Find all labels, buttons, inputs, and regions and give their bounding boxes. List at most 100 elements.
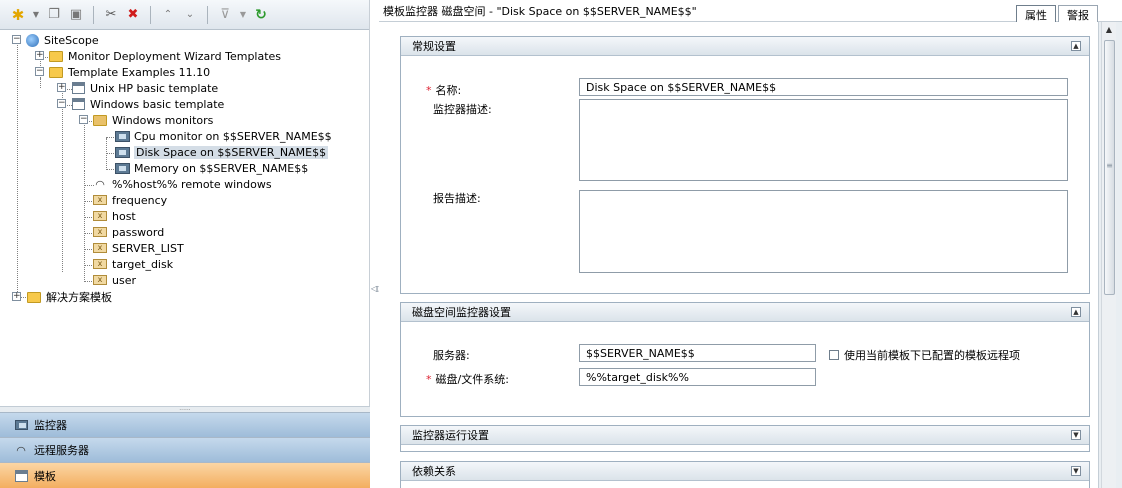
- tree-node-windows-monitors[interactable]: Windows monitors: [92, 112, 213, 128]
- tab-properties[interactable]: 属性: [1016, 5, 1056, 22]
- tree-node-var-host[interactable]: x host: [92, 208, 136, 224]
- tree-node-label: SERVER_LIST: [112, 241, 184, 255]
- delete-icon[interactable]: ✖: [125, 7, 141, 23]
- tree-node-memory-monitor[interactable]: Memory on $$SERVER_NAME$$: [114, 160, 308, 176]
- tree-node-label: Windows monitors: [112, 113, 214, 127]
- filter-dropdown-icon[interactable]: ▼: [239, 7, 247, 23]
- name-field[interactable]: Disk Space on $$SERVER_NAME$$: [579, 78, 1068, 96]
- tree-collapse-toggle[interactable]: −: [12, 35, 21, 44]
- tree-node-remote-windows[interactable]: ◠ %%host%% remote windows: [92, 176, 272, 192]
- collapse-icon[interactable]: ▲: [1071, 307, 1081, 317]
- tree-expand-toggle[interactable]: +: [35, 51, 44, 60]
- tree-expand-toggle[interactable]: +: [57, 83, 66, 92]
- tree-collapse-toggle[interactable]: −: [35, 67, 44, 76]
- tree-node-disk-space-monitor[interactable]: Disk Space on $$SERVER_NAME$$: [114, 144, 329, 160]
- name-label: * 名称:: [426, 84, 462, 97]
- tree-node-label: Memory on $$SERVER_NAME$$: [134, 161, 309, 175]
- expand-all-icon[interactable]: ⌃: [160, 7, 176, 23]
- monitor-icon: [114, 129, 130, 143]
- tree-node-label: Monitor Deployment Wizard Templates: [68, 49, 282, 63]
- tree-node-label: Cpu monitor on $$SERVER_NAME$$: [134, 129, 332, 143]
- tree-node-label: 解决方案模板: [46, 291, 112, 304]
- nav-templates[interactable]: 模板: [0, 462, 370, 488]
- tree-node-var-target-disk[interactable]: x target_disk: [92, 256, 173, 272]
- tree-expand-toggle[interactable]: +: [12, 292, 21, 301]
- nav-remote-servers-label: 远程服务器: [34, 444, 89, 457]
- dependencies-header[interactable]: 依赖关系 ▼: [401, 462, 1089, 481]
- tab-strip: 属性 警报: [1014, 5, 1098, 22]
- disk-space-settings-header[interactable]: 磁盘空间监控器设置 ▲: [401, 303, 1089, 322]
- save-icon[interactable]: ▣: [68, 7, 84, 23]
- template-icon: [70, 81, 86, 95]
- nav-monitors-label: 监控器: [34, 419, 67, 432]
- tree-node-deployment-wizard[interactable]: Monitor Deployment Wizard Templates: [48, 48, 281, 64]
- tree-node-cpu-monitor[interactable]: Cpu monitor on $$SERVER_NAME$$: [114, 128, 332, 144]
- right-pane: 模板监控器 磁盘空间 - "Disk Space on $$SERVER_NAM…: [379, 0, 1122, 488]
- filter-icon[interactable]: ⊽: [217, 7, 233, 23]
- tree-node-var-user[interactable]: x user: [92, 272, 136, 288]
- expand-icon[interactable]: ▼: [1071, 430, 1081, 440]
- new-star-icon[interactable]: ✱: [10, 6, 26, 24]
- tree-node-label: %%host%% remote windows: [112, 177, 272, 191]
- tree-node-var-frequency[interactable]: x frequency: [92, 192, 167, 208]
- use-template-remote-checkbox[interactable]: 使用当前模板下已配置的模板远程项: [829, 347, 1020, 363]
- tree-node-template-examples[interactable]: Template Examples 11.10: [48, 64, 210, 80]
- monitor-group-icon: [92, 113, 108, 127]
- tree-node-unix-template[interactable]: Unix HP basic template: [70, 80, 218, 96]
- tree-node-label: password: [112, 225, 165, 239]
- expand-icon[interactable]: ▼: [1071, 466, 1081, 476]
- tree-node-label: frequency: [112, 193, 168, 207]
- copy-icon[interactable]: ❐: [46, 7, 62, 23]
- collapse-all-icon[interactable]: ⌄: [182, 7, 198, 23]
- scrollbar-thumb[interactable]: ≡: [1104, 40, 1115, 295]
- collapse-icon[interactable]: ▲: [1071, 41, 1081, 51]
- checkbox-label: 使用当前模板下已配置的模板远程项: [844, 349, 1020, 362]
- panel-title: 磁盘空间监控器设置: [412, 306, 511, 319]
- disk-filesystem-field[interactable]: %%target_disk%%: [579, 368, 816, 386]
- report-description-label: 报告描述:: [433, 192, 481, 205]
- tree-node-label: SiteScope: [44, 33, 99, 47]
- variable-icon: x: [92, 273, 108, 287]
- required-marker: *: [426, 84, 432, 97]
- monitor-description-field[interactable]: [579, 99, 1068, 181]
- vertical-scrollbar[interactable]: ▲ ≡: [1101, 22, 1116, 488]
- monitor-icon: [114, 161, 130, 175]
- cut-icon[interactable]: ✂: [103, 7, 119, 23]
- tree-collapse-toggle[interactable]: −: [79, 115, 88, 124]
- server-label: 服务器:: [433, 349, 470, 362]
- tree-node-var-server-list[interactable]: x SERVER_LIST: [92, 240, 184, 256]
- folder-icon: [48, 65, 64, 79]
- disk-space-settings-panel: 磁盘空间监控器设置 ▲ 服务器: $$SERVER_NAME$$ 使用当前模板下…: [400, 302, 1090, 417]
- tree-toolbar: ✱ ▼ ❐ ▣ ✂ ✖ ⌃ ⌄ ⊽ ▼ ↻: [0, 0, 369, 30]
- general-settings-panel: 常规设置 ▲ * 名称: Disk Space on $$SERVER_NAME$…: [400, 36, 1090, 294]
- left-pane: ✱ ▼ ❐ ▣ ✂ ✖ ⌃ ⌄ ⊽ ▼ ↻ − + − + − − + Site…: [0, 0, 370, 488]
- nav-remote-servers[interactable]: ◠ 远程服务器: [0, 437, 370, 462]
- variable-icon: x: [92, 257, 108, 271]
- page-title: 模板监控器 磁盘空间 - "Disk Space on $$SERVER_NAM…: [383, 4, 697, 18]
- toolbar-separator: [207, 5, 208, 24]
- tree-node-windows-template[interactable]: Windows basic template: [70, 96, 224, 112]
- report-description-field[interactable]: [579, 190, 1068, 273]
- tree-node-label-selected: Disk Space on $$SERVER_NAME$$: [134, 145, 329, 159]
- tree-node-label: Unix HP basic template: [90, 81, 219, 95]
- checkbox-box[interactable]: [829, 350, 839, 360]
- nav-monitors[interactable]: 监控器: [0, 412, 370, 437]
- tree-node-var-password[interactable]: x password: [92, 224, 164, 240]
- general-settings-header[interactable]: 常规设置 ▲: [401, 37, 1089, 56]
- panel-title: 监控器运行设置: [412, 429, 489, 442]
- dropdown-arrow-icon[interactable]: ▼: [32, 7, 40, 23]
- monitor-description-label: 监控器描述:: [433, 103, 492, 116]
- tree-node-solution-templates[interactable]: 解决方案模板: [26, 289, 112, 305]
- server-field[interactable]: $$SERVER_NAME$$: [579, 344, 816, 362]
- scroll-up-icon[interactable]: ▲: [1102, 22, 1116, 37]
- panel-title: 常规设置: [412, 40, 456, 53]
- monitor-icon: [114, 145, 130, 159]
- tree-collapse-toggle[interactable]: −: [57, 99, 66, 108]
- tab-alerts[interactable]: 警报: [1058, 5, 1098, 22]
- refresh-icon[interactable]: ↻: [253, 7, 269, 23]
- monitor-icon: [14, 419, 28, 431]
- monitor-run-settings-panel: 监控器运行设置 ▼: [400, 425, 1090, 452]
- properties-header: 模板监控器 磁盘空间 - "Disk Space on $$SERVER_NAM…: [379, 0, 1122, 22]
- monitor-run-settings-header[interactable]: 监控器运行设置 ▼: [401, 426, 1089, 445]
- tree-node-sitescope[interactable]: SiteScope: [24, 32, 99, 48]
